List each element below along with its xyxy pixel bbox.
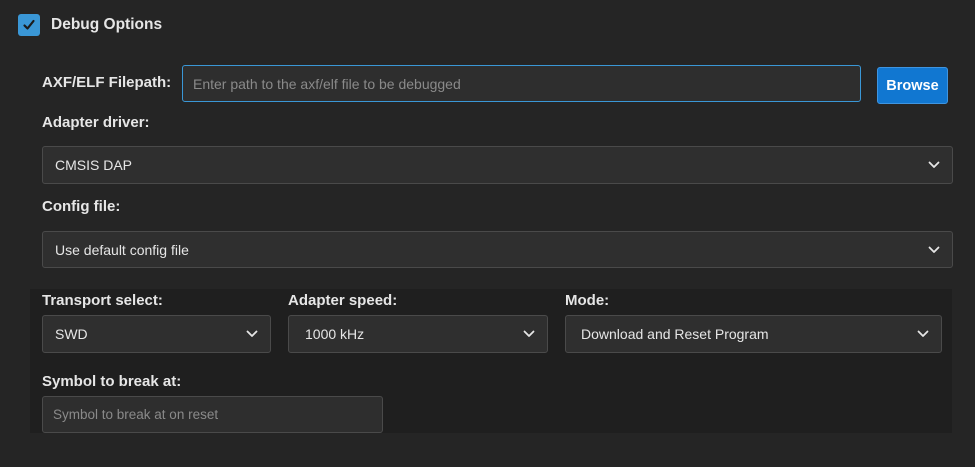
- browse-button[interactable]: Browse: [877, 67, 948, 104]
- chevron-down-icon: [246, 330, 258, 338]
- debug-options-checkbox[interactable]: [18, 14, 40, 36]
- adapter-speed-value: 1000 kHz: [305, 326, 365, 342]
- mode-label: Mode:: [565, 292, 610, 309]
- chevron-down-icon: [523, 330, 535, 338]
- filepath-input[interactable]: [182, 65, 861, 102]
- filepath-label: AXF/ELF Filepath:: [42, 74, 172, 91]
- debug-options-panel: Debug Options AXF/ELF Filepath: Browse A…: [0, 0, 975, 467]
- config-file-label: Config file:: [42, 198, 121, 215]
- debug-options-header: Debug Options: [18, 14, 162, 36]
- chevron-down-icon: [928, 161, 940, 169]
- browse-button-label: Browse: [886, 77, 939, 94]
- mode-select[interactable]: Download and Reset Program: [565, 315, 942, 353]
- checkmark-icon: [23, 19, 35, 30]
- symbol-break-label: Symbol to break at:: [42, 373, 182, 390]
- adapter-driver-label: Adapter driver:: [42, 114, 150, 131]
- adapter-driver-select[interactable]: CMSIS DAP: [42, 146, 953, 184]
- transport-select-value: SWD: [55, 326, 88, 342]
- mode-value: Download and Reset Program: [581, 326, 769, 342]
- transport-select[interactable]: SWD: [42, 315, 271, 353]
- debug-options-title: Debug Options: [51, 16, 163, 33]
- config-file-value: Use default config file: [55, 241, 189, 258]
- adapter-speed-label: Adapter speed:: [288, 292, 398, 309]
- symbol-break-input[interactable]: [42, 396, 383, 433]
- transport-select-label: Transport select:: [42, 292, 163, 309]
- adapter-driver-value: CMSIS DAP: [55, 157, 133, 173]
- adapter-speed-select[interactable]: 1000 kHz: [288, 315, 548, 353]
- chevron-down-icon: [928, 246, 940, 254]
- config-file-select[interactable]: Use default config file: [42, 231, 953, 268]
- chevron-down-icon: [917, 330, 929, 338]
